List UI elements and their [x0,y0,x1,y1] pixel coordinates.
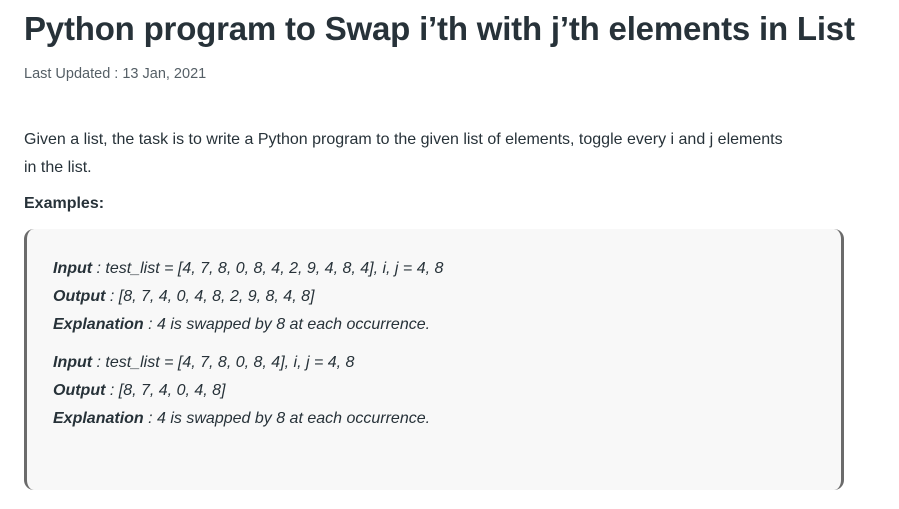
input-label: Input [53,354,93,371]
explanation-label: Explanation [53,316,144,333]
explanation-label: Explanation [53,410,144,427]
example-box: Input : test_list = [4, 7, 8, 0, 8, 4, 2… [24,229,844,490]
examples-heading: Examples: [24,195,105,212]
example-output-line: Output : [8, 7, 4, 0, 4, 8, 2, 9, 8, 4, … [53,283,443,311]
example-input-line: Input : test_list = [4, 7, 8, 0, 8, 4, 2… [53,255,443,283]
last-updated: Last Updated : 13 Jan, 2021 [24,66,207,82]
output-label: Output [53,288,106,305]
page-title: Python program to Swap i’th with j’th el… [24,10,855,47]
example-explanation-line: Explanation : 4 is swapped by 8 at each … [53,311,443,339]
example-input-line: Input : test_list = [4, 7, 8, 0, 8, 4], … [53,349,430,377]
input-label: Input [53,260,93,277]
example-1: Input : test_list = [4, 7, 8, 0, 8, 4, 2… [53,255,443,339]
input-value: : test_list = [4, 7, 8, 0, 8, 4, 2, 9, 4… [92,260,444,277]
example-explanation-line: Explanation : 4 is swapped by 8 at each … [53,405,430,433]
input-value: : test_list = [4, 7, 8, 0, 8, 4], i, j =… [92,354,355,371]
output-label: Output [53,382,106,399]
intro-line-2: in the list. [24,159,92,176]
intro-paragraph: Given a list, the task is to write a Pyt… [24,126,854,182]
explanation-value: : 4 is swapped by 8 at each occurrence. [143,410,431,427]
example-2: Input : test_list = [4, 7, 8, 0, 8, 4], … [53,349,430,433]
explanation-value: : 4 is swapped by 8 at each occurrence. [143,316,431,333]
output-value: : [8, 7, 4, 0, 4, 8] [105,382,226,399]
example-output-line: Output : [8, 7, 4, 0, 4, 8] [53,377,430,405]
intro-line-1: Given a list, the task is to write a Pyt… [24,131,783,148]
output-value: : [8, 7, 4, 0, 4, 8, 2, 9, 8, 4, 8] [105,288,315,305]
